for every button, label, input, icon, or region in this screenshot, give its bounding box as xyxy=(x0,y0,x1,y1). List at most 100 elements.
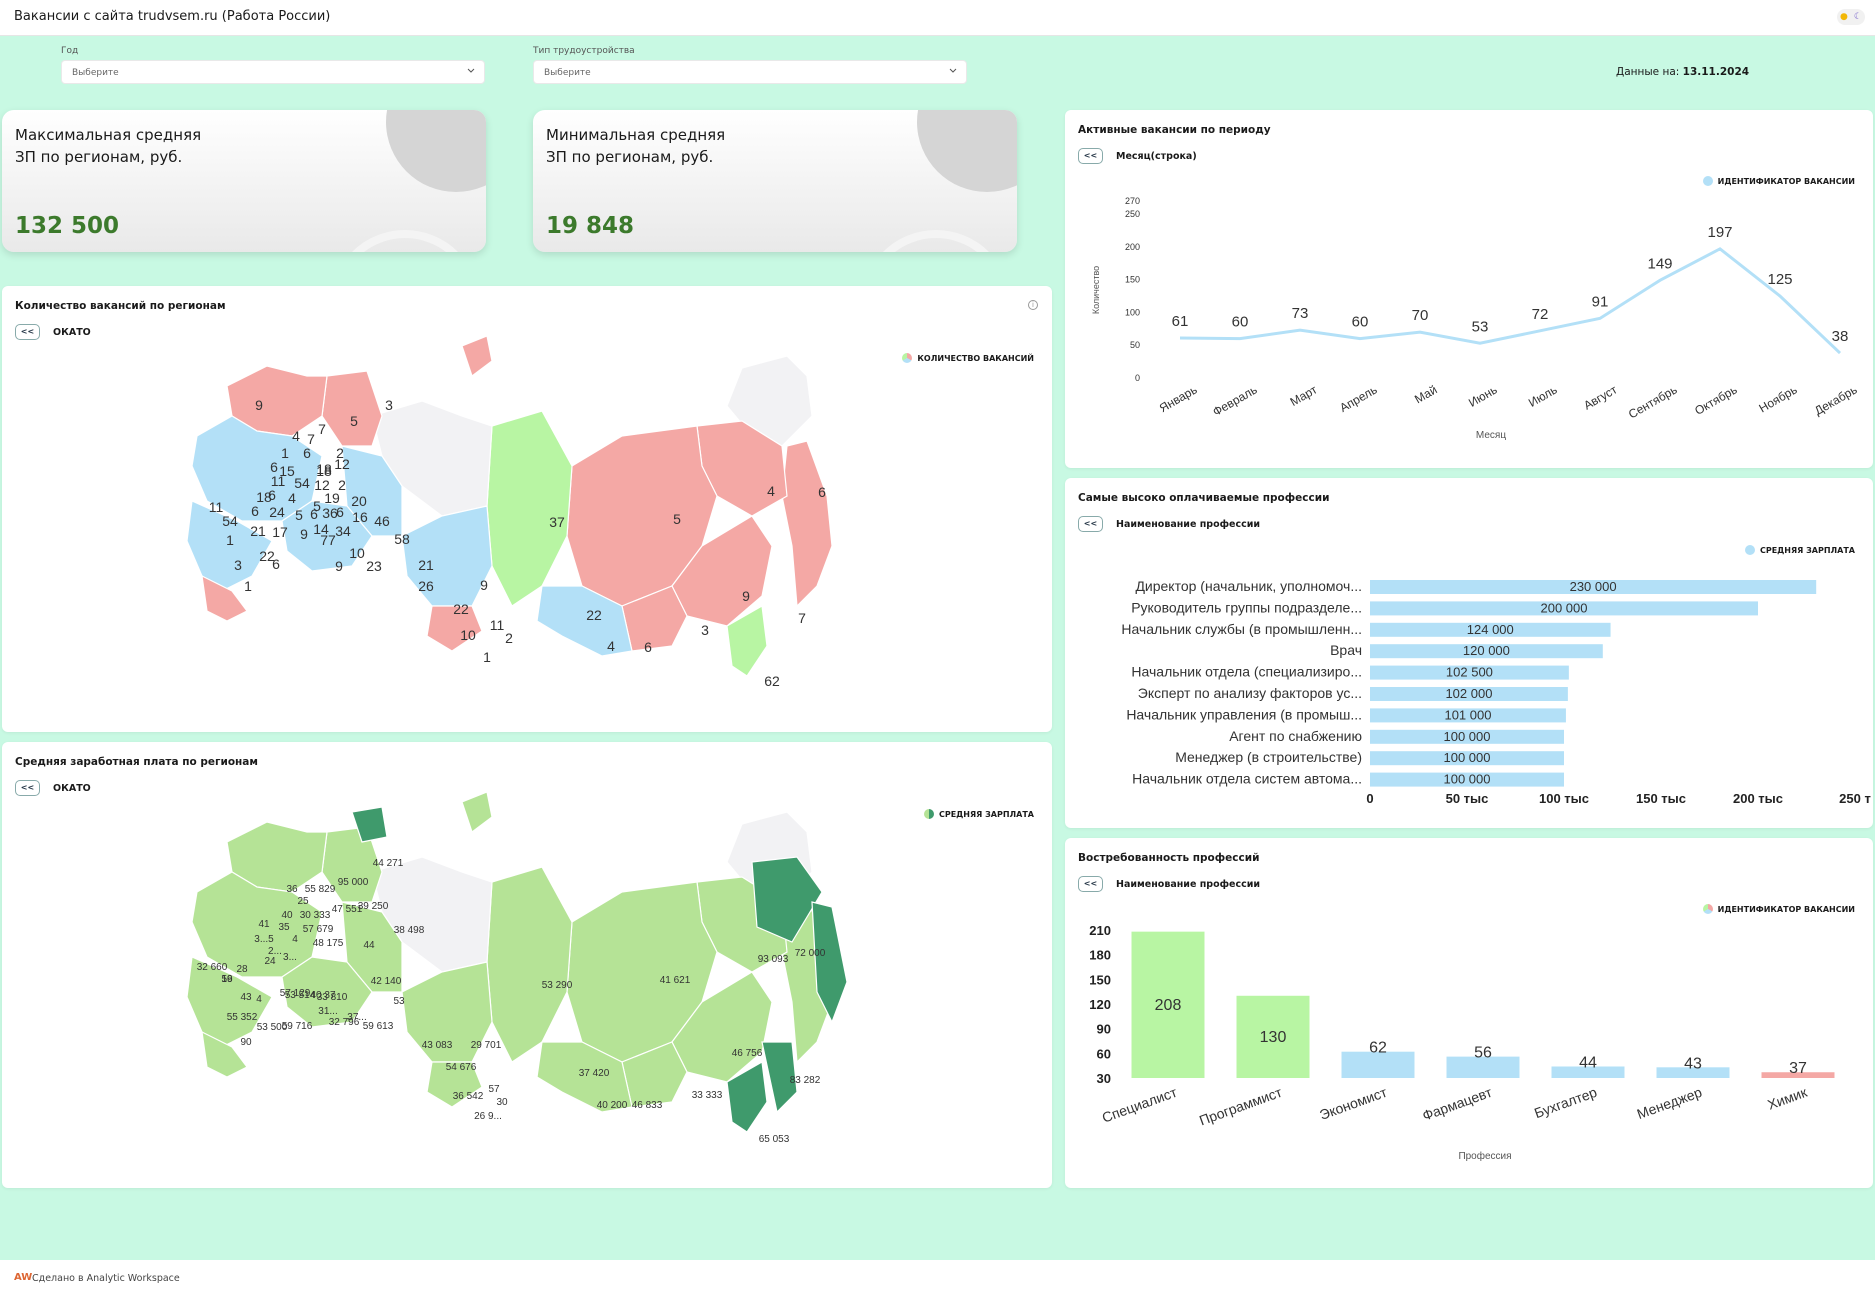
x-tick-label: Экономист xyxy=(1317,1084,1389,1123)
map-region-label: 43 xyxy=(240,992,252,1003)
map-region-label: 6 xyxy=(272,556,280,572)
map-region-label: 21 xyxy=(250,523,266,539)
profession-demand-card: Востребованность профессий << Наименован… xyxy=(1065,838,1873,1188)
map-region-label: 93 093 xyxy=(758,954,789,965)
data-label: 56 xyxy=(1474,1045,1492,1062)
x-tick-label: Химик xyxy=(1765,1083,1810,1112)
kpi-decoration xyxy=(330,230,480,252)
chevron-down-icon xyxy=(467,68,475,73)
map-region-label: 46 xyxy=(374,513,390,529)
x-tick-label: Апрель xyxy=(1337,382,1379,414)
map-region-label: 32 660 xyxy=(197,962,228,973)
hbar-chart: Директор (начальник, уполномоч... 230 000… xyxy=(1121,578,1871,806)
x-tick-label: Июль xyxy=(1526,382,1560,409)
map-region-label: 6 xyxy=(644,639,652,655)
map-region-label: 55 352 xyxy=(227,1012,258,1023)
employment-select[interactable]: Выберите xyxy=(533,60,967,84)
employment-filter: Тип трудоустройства Выберите xyxy=(533,46,967,84)
y-tick-label: 250 xyxy=(1125,209,1140,219)
data-label: 149 xyxy=(1647,255,1672,272)
category-label: Начальник управления (в промыш... xyxy=(1126,706,1362,722)
y-axis-label: Количество xyxy=(1091,266,1101,314)
map-region-label: 5 xyxy=(673,511,681,527)
x-tick-label: 200 тыс xyxy=(1733,791,1783,806)
year-select[interactable]: Выберите xyxy=(61,60,485,84)
map-region-label: 35 xyxy=(278,922,290,933)
theme-toggle[interactable]: ● ☾ xyxy=(1837,9,1865,25)
x-axis-label: Месяц xyxy=(1476,430,1506,441)
x-tick-label: Июнь xyxy=(1466,382,1499,409)
vacancy-map: 9 34 7 571 6 26 1215 1811 54 12 2186 19 2011 6418524 6… xyxy=(186,335,833,689)
data-date-label: Данные на: xyxy=(1616,66,1680,78)
map-region-label: 44 271 xyxy=(373,858,404,869)
data-label: 44 xyxy=(1579,1054,1597,1071)
map-region-label: 3... xyxy=(283,952,297,963)
map-region-label: 7 xyxy=(318,421,326,437)
kpi-decoration xyxy=(917,110,1017,192)
year-filter: Год Выберите xyxy=(61,46,485,84)
kpi-max-label-line1: Максимальная средняя xyxy=(15,126,202,144)
map-region-label: 42 140 xyxy=(371,976,402,987)
map-region-label: 40 200 xyxy=(597,1100,628,1111)
x-tick-label: Бухгалтер xyxy=(1532,1084,1599,1121)
data-label: 61 xyxy=(1172,313,1189,330)
map-region-label: 3...5 xyxy=(254,934,274,945)
map-region-label: 62 xyxy=(764,673,780,689)
map-region-label: 95 000 xyxy=(338,877,369,888)
employment-filter-label: Тип трудоустройства xyxy=(533,46,635,56)
y-tick-label: 270 xyxy=(1125,196,1140,206)
year-filter-label: Год xyxy=(61,46,79,56)
data-date-value: 13.11.2024 xyxy=(1682,66,1750,78)
y-tick-label: 60 xyxy=(1097,1046,1111,1061)
x-tick-label: Сентябрь xyxy=(1626,382,1680,421)
region-siberia-south xyxy=(401,505,493,607)
footer: AW Сделано в Analytic Workspace xyxy=(0,1260,1875,1300)
category-label: Агент по снабжению xyxy=(1229,728,1362,744)
employment-select-placeholder: Выберите xyxy=(544,68,591,78)
map-region-label: 48 175 xyxy=(313,938,344,949)
map-region-label: 37 xyxy=(549,514,565,530)
map-region-label: 24 xyxy=(264,956,276,967)
data-label: 91 xyxy=(1592,293,1609,310)
region-komi xyxy=(321,370,383,447)
x-axis-label: Профессия xyxy=(1458,1150,1511,1162)
kpi-min-value: 19 848 xyxy=(546,213,635,239)
map-region-label: 6 xyxy=(336,504,344,520)
map-region-label: 12 xyxy=(334,456,350,472)
map-region-label: 46 756 xyxy=(732,1048,763,1059)
kpi-decoration xyxy=(386,110,486,192)
dashboard-title: Вакансии с сайта trudvsem.ru (Работа Рос… xyxy=(14,9,331,24)
map-region-label: 25 xyxy=(297,896,309,907)
map-region-label: 1 xyxy=(281,445,289,461)
map-region-label: 30 xyxy=(496,1097,508,1108)
map-region-label: 34 xyxy=(335,523,351,539)
year-select-placeholder: Выберите xyxy=(72,68,119,78)
map-region-label: 4 xyxy=(292,428,300,444)
map-region-label: 54 xyxy=(294,475,310,491)
line-series xyxy=(1179,247,1842,355)
data-label: 100 000 xyxy=(1444,772,1491,787)
data-label: 230 000 xyxy=(1570,579,1617,594)
data-label: 130 xyxy=(1260,1029,1287,1046)
map-region-label: 29 701 xyxy=(471,1040,502,1051)
moon-icon: ☾ xyxy=(1853,12,1862,22)
y-tick-label: 150 xyxy=(1125,275,1140,285)
data-label: 60 xyxy=(1352,314,1369,331)
top-paid-professions-card: Самые высоко оплачиваемые профессии << Н… xyxy=(1065,478,1873,828)
map-region-label: 46 833 xyxy=(632,1100,663,1111)
salary-map: 44 27195 00036 55 8292540 30 33347 55139 2… xyxy=(186,791,848,1145)
map-region-label: 59 716 xyxy=(282,1021,313,1032)
map-region-label: 9 xyxy=(480,577,488,593)
map-region-label: 36 542 xyxy=(453,1091,484,1102)
data-label: 37 xyxy=(1789,1060,1807,1077)
map-region-label: 18 xyxy=(256,489,272,505)
data-label: 100 000 xyxy=(1444,750,1491,765)
map-region-label: 32 796 xyxy=(329,1017,360,1028)
kpi-decoration xyxy=(861,230,1011,252)
kpi-max-label-line2: ЗП по регионам, руб. xyxy=(15,148,183,166)
map-region-label: 22 xyxy=(453,601,469,617)
map-region-label: 57 679 xyxy=(303,924,334,935)
map-region-label: 44 xyxy=(363,940,375,951)
map-region-label: 26 9... xyxy=(474,1111,502,1122)
data-label: 38 xyxy=(1832,328,1849,345)
